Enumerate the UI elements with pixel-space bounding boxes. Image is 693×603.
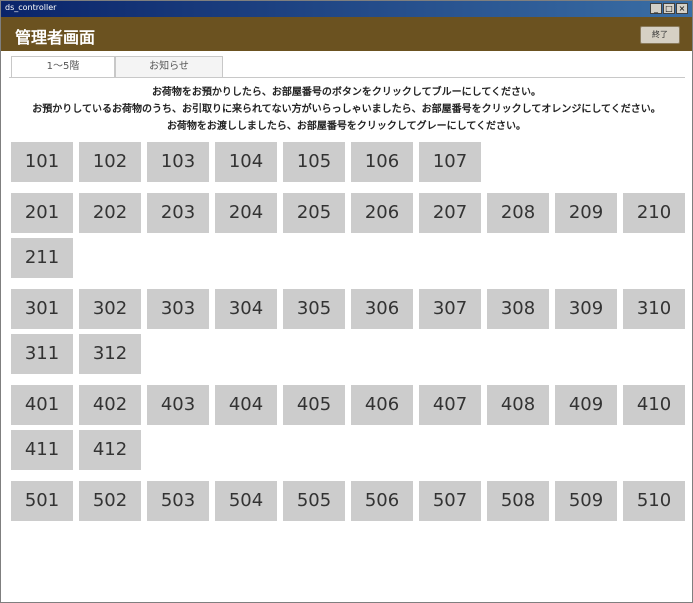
room-button-208[interactable]: 208: [487, 193, 549, 233]
room-button-107[interactable]: 107: [419, 142, 481, 182]
minimize-button[interactable]: _: [650, 3, 662, 14]
maximize-button[interactable]: □: [663, 3, 675, 14]
room-button-305[interactable]: 305: [283, 289, 345, 329]
room-button-207[interactable]: 207: [419, 193, 481, 233]
app-window: ds_controller _ □ × 管理者画面 終了 1～5階 お知らせ お…: [0, 0, 693, 603]
room-button-405[interactable]: 405: [283, 385, 345, 425]
app-header: 管理者画面: [1, 17, 692, 51]
room-button-301[interactable]: 301: [11, 289, 73, 329]
room-button-507[interactable]: 507: [419, 481, 481, 521]
window-title: ds_controller: [5, 3, 57, 12]
room-button-310[interactable]: 310: [623, 289, 685, 329]
room-button-502[interactable]: 502: [79, 481, 141, 521]
room-button-505[interactable]: 505: [283, 481, 345, 521]
room-button-312[interactable]: 312: [79, 334, 141, 374]
window-titlebar: ds_controller _ □ ×: [1, 1, 692, 17]
tab-notices[interactable]: お知らせ: [115, 56, 223, 78]
room-button-309[interactable]: 309: [555, 289, 617, 329]
page-title: 管理者画面: [15, 28, 96, 47]
room-button-401[interactable]: 401: [11, 385, 73, 425]
room-button-411[interactable]: 411: [11, 430, 73, 470]
room-button-202[interactable]: 202: [79, 193, 141, 233]
room-button-404[interactable]: 404: [215, 385, 277, 425]
room-button-508[interactable]: 508: [487, 481, 549, 521]
room-button-503[interactable]: 503: [147, 481, 209, 521]
room-button-308[interactable]: 308: [487, 289, 549, 329]
room-button-406[interactable]: 406: [351, 385, 413, 425]
instruction-line: お荷物をお預かりしたら、お部屋番号のボタンをクリックしてブルーにしてください。: [151, 87, 542, 98]
tab-floors-1-5[interactable]: 1～5階: [11, 56, 115, 78]
room-button-106[interactable]: 106: [351, 142, 413, 182]
room-button-407[interactable]: 407: [419, 385, 481, 425]
room-button-412[interactable]: 412: [79, 430, 141, 470]
room-button-504[interactable]: 504: [215, 481, 277, 521]
room-button-104[interactable]: 104: [215, 142, 277, 182]
instruction-line: お預かりしているお荷物のうち、お引取りに来られてない方がいらっしゃいましたら、お…: [32, 104, 661, 115]
room-button-206[interactable]: 206: [351, 193, 413, 233]
room-button-204[interactable]: 204: [215, 193, 277, 233]
room-button-311[interactable]: 311: [11, 334, 73, 374]
room-button-510[interactable]: 510: [623, 481, 685, 521]
room-button-402[interactable]: 402: [79, 385, 141, 425]
room-button-410[interactable]: 410: [623, 385, 685, 425]
room-button-201[interactable]: 201: [11, 193, 73, 233]
room-button-210[interactable]: 210: [623, 193, 685, 233]
room-button-304[interactable]: 304: [215, 289, 277, 329]
room-button-103[interactable]: 103: [147, 142, 209, 182]
room-button-306[interactable]: 306: [351, 289, 413, 329]
room-button-211[interactable]: 211: [11, 238, 73, 278]
room-button-409[interactable]: 409: [555, 385, 617, 425]
instruction-line: お荷物をお渡ししましたら、お部屋番号をクリックしてグレーにしてください。: [166, 121, 527, 132]
room-button-509[interactable]: 509: [555, 481, 617, 521]
room-button-408[interactable]: 408: [487, 385, 549, 425]
tab-divider: [9, 77, 685, 78]
exit-button[interactable]: 終了: [640, 26, 680, 44]
window-close-button[interactable]: ×: [676, 3, 688, 14]
room-button-102[interactable]: 102: [79, 142, 141, 182]
room-button-307[interactable]: 307: [419, 289, 481, 329]
room-button-101[interactable]: 101: [11, 142, 73, 182]
room-button-302[interactable]: 302: [79, 289, 141, 329]
room-button-506[interactable]: 506: [351, 481, 413, 521]
room-button-303[interactable]: 303: [147, 289, 209, 329]
room-button-105[interactable]: 105: [283, 142, 345, 182]
room-button-203[interactable]: 203: [147, 193, 209, 233]
room-button-205[interactable]: 205: [283, 193, 345, 233]
room-button-501[interactable]: 501: [11, 481, 73, 521]
room-button-403[interactable]: 403: [147, 385, 209, 425]
room-button-209[interactable]: 209: [555, 193, 617, 233]
